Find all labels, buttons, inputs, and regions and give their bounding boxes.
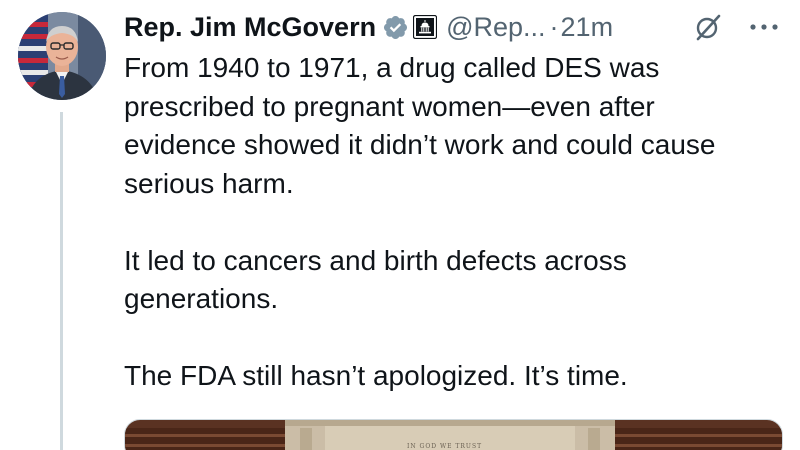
media-inscription: IN GOD WE TRUST bbox=[407, 443, 483, 450]
author-handle[interactable]: @Rep... bbox=[446, 12, 545, 43]
tweet-media-image[interactable]: IN GOD WE TRUST bbox=[124, 419, 783, 450]
tweet-paragraph: From 1940 to 1971, a drug called DES was… bbox=[124, 52, 716, 199]
tweet-paragraph: It led to cancers and birth defects acro… bbox=[124, 244, 627, 315]
tweet-header: Rep. Jim McGovern @Rep... · 21m bbox=[124, 6, 613, 48]
avatar-photo bbox=[18, 12, 106, 100]
tweet-timestamp[interactable]: 21m bbox=[561, 12, 614, 43]
tweet-paragraph: The FDA still hasn’t apologized. It’s ti… bbox=[124, 360, 628, 391]
tweet-text: From 1940 to 1971, a drug called DES was… bbox=[124, 49, 794, 434]
government-affiliation-icon[interactable] bbox=[412, 14, 438, 40]
thread-line bbox=[60, 112, 63, 450]
tweet[interactable]: Rep. Jim McGovern @Rep... · 21m From 194… bbox=[0, 0, 800, 450]
verified-badge-icon[interactable] bbox=[382, 14, 409, 41]
avatar[interactable] bbox=[18, 12, 106, 100]
author-name[interactable]: Rep. Jim McGovern bbox=[124, 12, 376, 43]
grok-icon[interactable] bbox=[693, 12, 723, 42]
header-separator: · bbox=[549, 11, 559, 42]
more-options-icon[interactable] bbox=[747, 20, 781, 34]
